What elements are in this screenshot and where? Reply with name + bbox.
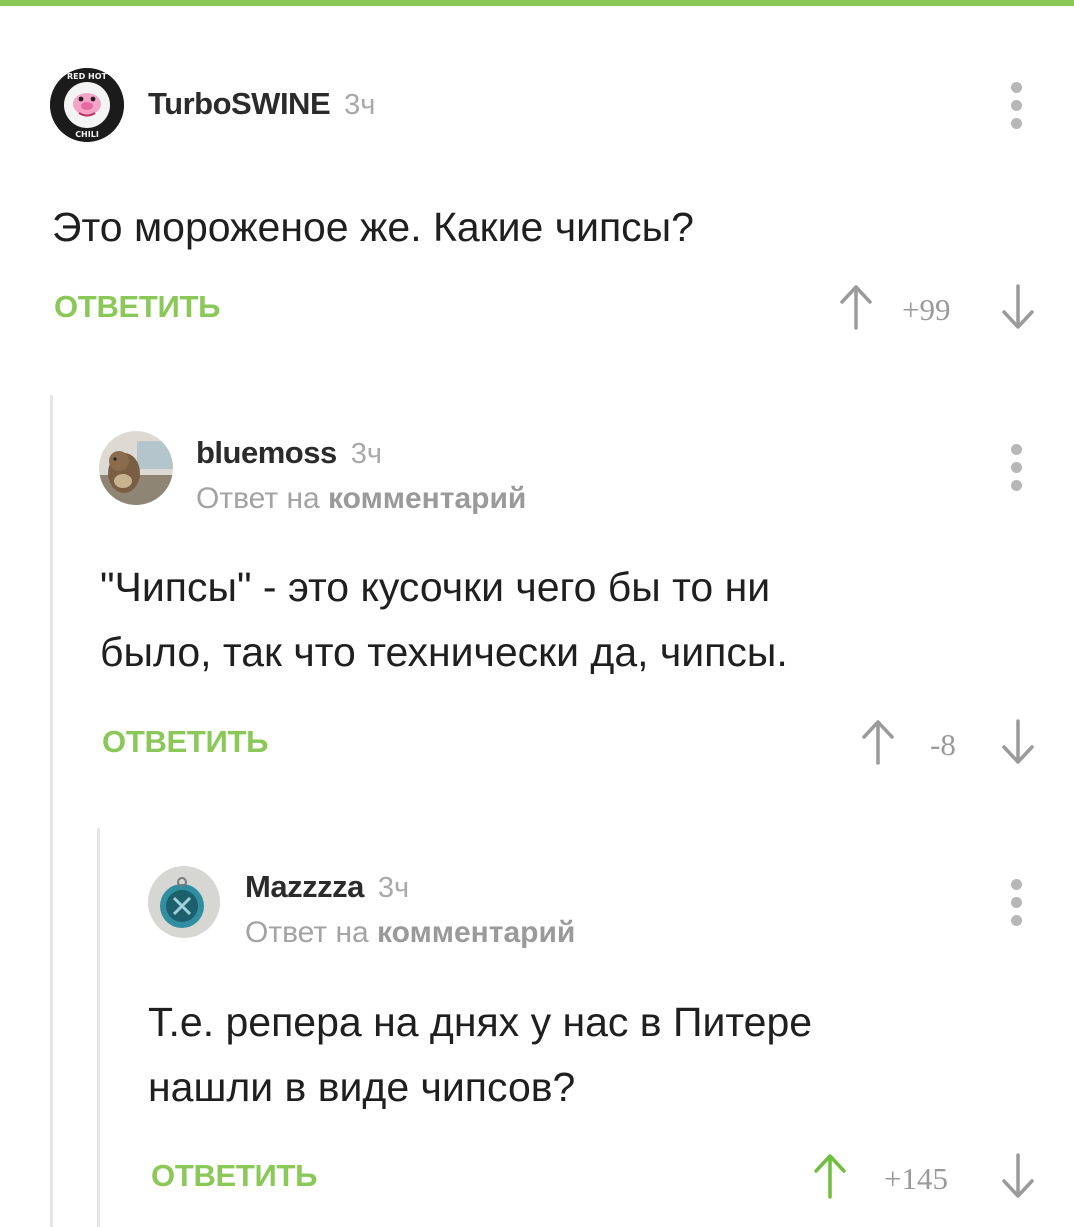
comment-score: -8 [930, 727, 956, 762]
thread-line-level-2 [97, 828, 100, 1227]
comment-text: "Чипсы" - это кусочки чего бы то ни было… [100, 555, 788, 685]
author-name[interactable]: Mazzzza 3ч [245, 869, 409, 905]
dot [1010, 897, 1022, 908]
reply-to-comment-link[interactable]: комментарий [377, 916, 575, 949]
reply-to-note: Ответ на комментарий [245, 916, 575, 950]
reply-button[interactable]: ОТВЕТИТЬ [54, 289, 220, 325]
comment-score: +99 [902, 292, 951, 327]
comment-menu-button[interactable] [1006, 879, 1026, 926]
svg-text:RED HOT: RED HOT [67, 72, 108, 81]
upvote-arrow-icon[interactable] [838, 282, 874, 332]
reply-button[interactable]: ОТВЕТИТЬ [151, 1158, 317, 1194]
dot [1010, 82, 1022, 93]
vote-controls: +145 [812, 1151, 1038, 1201]
comment-text-line: Т.е. репера на днях у нас в Питере [148, 999, 813, 1045]
author-name-text[interactable]: Mazzzza [245, 869, 364, 904]
avatar[interactable]: RED HOT CHILI [50, 68, 124, 142]
dot [1010, 462, 1022, 473]
upvote-arrow-icon[interactable] [860, 717, 896, 767]
reply-note-prefix: Ответ на [196, 482, 320, 515]
peppa-logo-icon: RED HOT CHILI [50, 68, 124, 142]
comment-text: Это мороженое же. Какие чипсы? [52, 204, 694, 250]
dot [1010, 480, 1022, 491]
comment-time: 3ч [344, 89, 376, 121]
dot [1010, 879, 1022, 890]
comment-time: 3ч [377, 872, 410, 904]
author-name-text[interactable]: TurboSWINE [148, 86, 331, 121]
dot [1010, 915, 1022, 926]
svg-text:CHILI: CHILI [75, 130, 99, 139]
reply-to-note: Ответ на комментарий [196, 482, 526, 516]
dot [1010, 100, 1022, 111]
author-name[interactable]: bluemoss 3ч [196, 435, 382, 471]
thread-line-level-1 [50, 395, 53, 1227]
reply-button[interactable]: ОТВЕТИТЬ [102, 724, 268, 760]
avatar[interactable] [148, 866, 220, 938]
comment-time: 3ч [350, 438, 382, 470]
pendant-avatar-icon [148, 866, 220, 938]
comment-text-line: нашли в виде чипсов? [148, 1064, 576, 1110]
comment-text-line: было, так что технически да, чипсы. [100, 629, 788, 675]
vote-controls: -8 [860, 717, 1038, 767]
comment-score: +145 [884, 1161, 948, 1196]
hamster-avatar-icon [99, 431, 173, 505]
top-accent-bar [0, 0, 1074, 6]
author-name-text[interactable]: bluemoss [196, 435, 337, 470]
avatar[interactable] [99, 431, 173, 505]
vote-controls: +99 [838, 282, 1038, 332]
author-name[interactable]: TurboSWINE 3ч [148, 86, 375, 122]
reply-note-prefix: Ответ на [245, 916, 369, 949]
downvote-arrow-icon[interactable] [1000, 282, 1036, 332]
comment-text: Т.е. репера на днях у нас в Питере нашли… [148, 990, 812, 1120]
comment-menu-button[interactable] [1006, 444, 1026, 491]
dot [1010, 118, 1022, 129]
downvote-arrow-icon[interactable] [1000, 717, 1036, 767]
dot [1010, 444, 1022, 455]
downvote-arrow-icon[interactable] [1000, 1151, 1036, 1201]
upvote-arrow-icon[interactable] [812, 1151, 848, 1201]
reply-to-comment-link[interactable]: комментарий [328, 482, 526, 515]
comment-menu-button[interactable] [1006, 82, 1026, 129]
comment-text-line: "Чипсы" - это кусочки чего бы то ни [100, 564, 771, 610]
